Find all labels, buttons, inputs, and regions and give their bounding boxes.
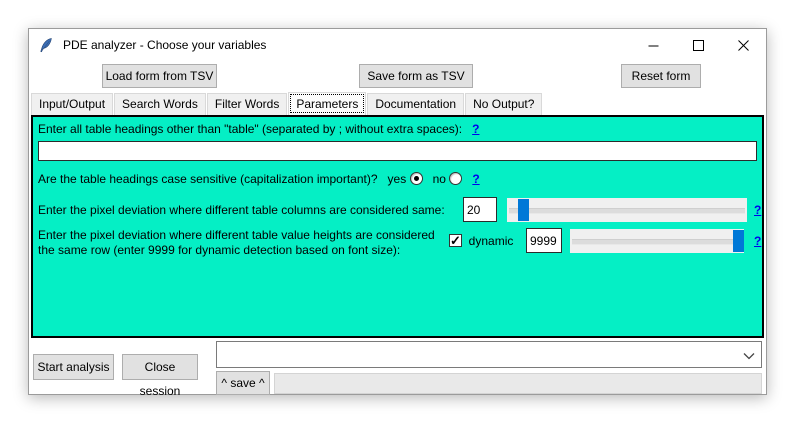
- tab-search-words[interactable]: Search Words: [114, 93, 206, 115]
- tab-documentation[interactable]: Documentation: [367, 93, 464, 115]
- footer-bar: Start analysis Close session ^ save ^: [29, 338, 766, 394]
- dynamic-checkbox-row: dynamic: [449, 234, 513, 249]
- tab-input-output[interactable]: Input/Output: [31, 93, 113, 115]
- table-headings-input[interactable]: [38, 141, 757, 161]
- case-sensitive-row: Are the table headings case sensitive (c…: [38, 172, 480, 187]
- form-toolbar: Load form from TSV Save form as TSV Rese…: [29, 61, 766, 91]
- table-headings-label: Enter all table headings other than "tab…: [38, 122, 479, 137]
- title-bar[interactable]: PDE analyzer - Choose your variables: [29, 29, 766, 61]
- row-deviation-label-line1: Enter the pixel deviation where differen…: [38, 228, 435, 243]
- maximize-icon: [693, 40, 704, 51]
- app-window: PDE analyzer - Choose your variables Loa…: [28, 28, 767, 395]
- save-session-input[interactable]: [274, 373, 762, 394]
- python-feather-icon: [39, 37, 54, 53]
- reset-form-button[interactable]: Reset form: [621, 64, 701, 88]
- maximize-button[interactable]: [676, 29, 721, 61]
- parameters-panel: Enter all table headings other than "tab…: [31, 115, 764, 338]
- session-combobox[interactable]: [216, 341, 762, 368]
- dynamic-checkbox-label: dynamic: [469, 234, 514, 248]
- close-session-button[interactable]: Close session: [122, 354, 198, 380]
- window-title: PDE analyzer - Choose your variables: [63, 38, 266, 52]
- minimize-button[interactable]: [631, 29, 676, 61]
- dynamic-checkbox[interactable]: [449, 234, 462, 247]
- notebook-tabs: Input/Output Search Words Filter Words P…: [29, 91, 766, 115]
- help-link-case[interactable]: ?: [472, 172, 479, 186]
- no-radio-label: no: [433, 172, 446, 186]
- col-deviation-input[interactable]: [463, 197, 497, 222]
- minimize-icon: [648, 40, 659, 51]
- start-analysis-button[interactable]: Start analysis: [33, 354, 114, 380]
- tab-no-output[interactable]: No Output?: [465, 93, 542, 115]
- help-link-headings[interactable]: ?: [472, 122, 479, 136]
- close-button[interactable]: [721, 29, 766, 61]
- yes-radio[interactable]: [410, 172, 423, 185]
- row-deviation-input[interactable]: [526, 228, 562, 253]
- row-slider-thumb[interactable]: [733, 230, 744, 252]
- row-deviation-slider[interactable]: [570, 229, 744, 253]
- no-radio[interactable]: [449, 172, 462, 185]
- close-icon: [738, 40, 749, 51]
- tab-filter-words[interactable]: Filter Words: [207, 93, 287, 115]
- help-link-col[interactable]: ?: [754, 203, 761, 218]
- col-slider-thumb[interactable]: [518, 199, 529, 221]
- tab-parameters[interactable]: Parameters: [288, 92, 366, 115]
- save-session-button[interactable]: ^ save ^: [216, 371, 270, 395]
- case-sensitive-label: Are the table headings case sensitive (c…: [38, 172, 378, 186]
- chevron-down-icon[interactable]: [741, 348, 757, 364]
- save-form-button[interactable]: Save form as TSV: [359, 64, 473, 88]
- yes-radio-label: yes: [388, 172, 407, 186]
- col-deviation-label: Enter the pixel deviation where differen…: [38, 203, 445, 218]
- row-deviation-label-line2: the same row (enter 9999 for dynamic det…: [38, 243, 400, 258]
- help-link-row[interactable]: ?: [754, 234, 761, 249]
- col-deviation-slider[interactable]: [507, 198, 747, 222]
- table-headings-label-text: Enter all table headings other than "tab…: [38, 122, 462, 136]
- load-form-button[interactable]: Load form from TSV: [102, 64, 217, 88]
